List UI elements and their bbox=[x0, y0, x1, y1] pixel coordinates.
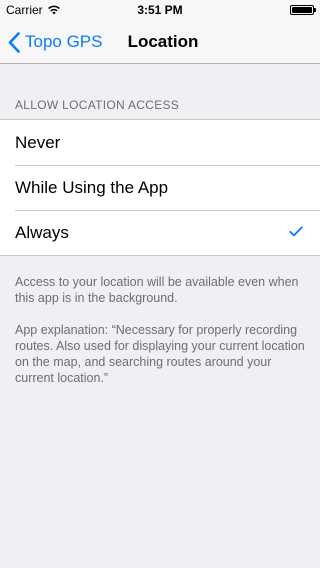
status-bar: Carrier 3:51 PM bbox=[0, 0, 320, 20]
page-title-text: Location bbox=[127, 32, 199, 51]
battery-icon bbox=[290, 5, 316, 15]
page-title: Location bbox=[0, 20, 320, 64]
background-access-note: Access to your location will be availabl… bbox=[15, 275, 299, 305]
section-header: ALLOW LOCATION ACCESS bbox=[15, 98, 180, 112]
navigation-bar: Topo GPS Location bbox=[0, 20, 320, 64]
option-label: While Using the App bbox=[15, 177, 169, 197]
option-label: Never bbox=[15, 132, 61, 152]
status-time: 3:51 PM bbox=[137, 3, 183, 17]
location-options-list: Never While Using the App Always bbox=[0, 119, 320, 256]
checkmark-icon bbox=[289, 226, 303, 237]
option-while-using[interactable]: While Using the App bbox=[0, 165, 320, 210]
option-never[interactable]: Never bbox=[0, 120, 320, 165]
app-explanation: App explanation: “Necessary for properly… bbox=[15, 323, 305, 385]
option-label: Always bbox=[15, 222, 69, 242]
screen: Carrier 3:51 PM Topo GPS Location ALLOW … bbox=[0, 0, 320, 568]
battery-nub bbox=[314, 8, 316, 12]
battery-fill bbox=[292, 7, 312, 13]
option-always[interactable]: Always bbox=[0, 210, 320, 255]
